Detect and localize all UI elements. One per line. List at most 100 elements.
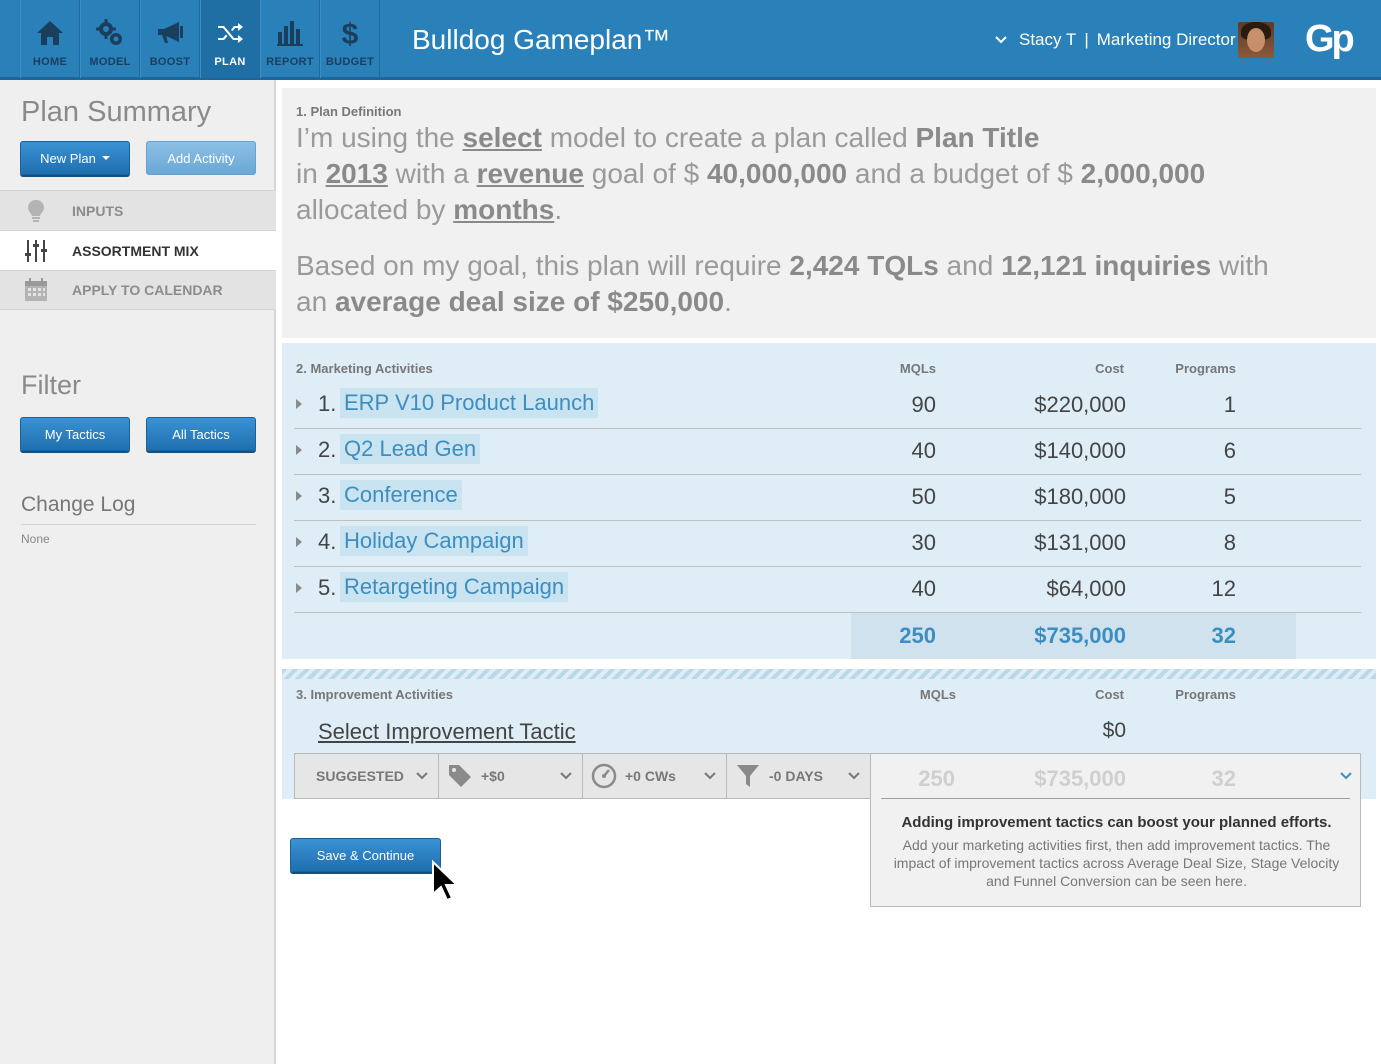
col-cost: Cost [1095,687,1124,702]
nav-home-label: HOME [32,56,68,68]
new-plan-button[interactable]: New Plan [20,141,130,175]
megaphone-icon [158,22,183,43]
improvement-cost: $0 [1102,719,1126,742]
sidebar-item-label: INPUTS [72,202,124,219]
expand-icon[interactable] [296,445,302,455]
sidebar-item-apply-to-calendar[interactable]: APPLY TO CALENDAR [0,270,276,310]
expand-icon[interactable] [296,537,302,547]
all-tactics-button[interactable]: All Tactics [146,417,256,451]
definition-line-2: in 2013 with a revenue goal of $ 40,000,… [296,158,1206,189]
goal-type-link[interactable]: revenue [477,158,584,189]
divider [21,524,256,525]
activity-name[interactable]: Q2 Lead Gen [340,434,481,464]
speedometer-icon [591,763,617,789]
nav-plan-label: PLAN [214,56,246,68]
panel-mqls: 250 [918,766,955,791]
home-icon [37,21,63,45]
sliders-icon [25,239,47,262]
sidebar-item-label: ASSORTMENT MIX [72,242,199,259]
change-log-value: None [21,532,50,546]
save-continue-button[interactable]: Save & Continue [290,838,441,872]
totals-row: 250 $735,000 32 [851,613,1296,659]
chevron-down-icon [704,772,716,780]
panel-heading: Adding improvement tactics can boost you… [901,814,1332,831]
sidebar-item-inputs[interactable]: INPUTS [0,190,276,230]
avatar[interactable] [1238,22,1274,58]
col-programs: Programs [1175,361,1236,376]
velocity-dropdown[interactable]: +0 CWs [583,754,727,798]
expand-icon[interactable] [296,583,302,593]
budget-value[interactable]: 2,000,000 [1081,158,1206,189]
table-row[interactable]: 5. Retargeting Campaign 40 $64,000 12 [294,567,1361,613]
col-cost: Cost [1095,361,1124,376]
allocation-link[interactable]: months [453,194,554,225]
definition-line-1: I’m using the select model to create a p… [296,122,1040,153]
activity-name[interactable]: ERP V10 Product Launch [340,388,599,418]
nav-report[interactable]: REPORT [260,0,320,78]
my-tactics-button[interactable]: My Tactics [20,417,130,451]
shuffle-icon [218,23,243,43]
nav-report-label: REPORT [266,56,314,68]
user-name: Stacy T [1019,30,1077,49]
user-role: Marketing Director [1096,30,1236,49]
total-cost: $735,000 [1034,623,1126,648]
row-number: 1. [318,391,337,416]
sidebar-item-assortment-mix[interactable]: ASSORTMENT MIX [0,230,276,270]
col-programs: Programs [1175,687,1236,702]
app-logo: Gp [1305,18,1355,60]
row-programs: 6 [1223,438,1236,463]
table-row[interactable]: 3. Conference 50 $180,000 5 [294,475,1361,521]
nav-home[interactable]: HOME [20,0,80,78]
suggested-dropdown[interactable]: SUGGESTED [295,754,439,798]
expand-icon[interactable] [296,399,302,409]
row-programs: 5 [1223,484,1236,509]
user-menu[interactable]: Stacy T | Marketing Director [995,30,1236,50]
row-number: 3. [318,483,337,508]
sidebar: Plan Summary New Plan Add Activity INPUT… [0,80,276,1064]
new-plan-label: New Plan [40,150,96,166]
nav-plan[interactable]: PLAN [200,0,260,78]
panel-programs: 32 [1211,766,1236,791]
select-improvement-tactic-link[interactable]: Select Improvement Tactic [318,719,576,745]
table-row[interactable]: 4. Holiday Campaign 30 $131,000 8 [294,521,1361,567]
conversion-dropdown[interactable]: -0 DAYS [727,754,870,798]
add-activity-button[interactable]: Add Activity [146,141,256,175]
row-programs: 1 [1223,392,1236,417]
marketing-activities-label: 2. Marketing Activities [296,361,433,376]
conversion-label: -0 DAYS [769,768,823,784]
top-bar: HOME MODEL BOOST PLAN REPORT $ BUDGET Bu… [0,0,1381,80]
row-cost: $64,000 [1046,576,1126,601]
row-mqls: 40 [911,438,936,463]
row-mqls: 40 [911,576,936,601]
nav-model[interactable]: MODEL [80,0,140,78]
plan-title-value[interactable]: Plan Title [916,122,1040,153]
marketing-activities-section: 2. Marketing Activities MQLs Cost Progra… [282,343,1376,659]
deal-size-value: average deal size of $250,000 [334,286,725,317]
chevron-down-icon[interactable] [1340,772,1352,780]
activity-name[interactable]: Holiday Campaign [340,526,528,556]
year-link[interactable]: 2013 [326,158,388,189]
bar-chart-icon [277,21,303,46]
model-link[interactable]: select [463,122,542,153]
requirement-line-2: an average deal size of $250,000. [296,286,732,317]
col-mqls: MQLs [899,361,936,376]
row-programs: 12 [1211,576,1236,601]
deal-size-dropdown[interactable]: +$0 [439,754,583,798]
tag-icon [449,765,471,787]
activity-name[interactable]: Retargeting Campaign [340,572,569,602]
row-programs: 8 [1223,530,1236,555]
row-cost: $220,000 [1034,392,1126,417]
sidebar-menu: INPUTS ASSORTMENT MIX APPLY TO CALENDAR [0,190,276,310]
definition-line-3: allocated by months. [296,194,563,225]
nav-boost[interactable]: BOOST [140,0,200,78]
goal-value[interactable]: 40,000,000 [707,158,847,189]
activity-name[interactable]: Conference [340,480,462,510]
row-mqls: 30 [911,530,936,555]
expand-icon[interactable] [296,491,302,501]
app-title: Bulldog Gameplan™ [412,24,671,55]
plan-definition-section: 1. Plan Definition I’m using the select … [282,88,1376,338]
table-row[interactable]: 2. Q2 Lead Gen 40 $140,000 6 [294,429,1361,475]
nav-budget[interactable]: $ BUDGET [320,0,380,78]
calendar-icon [25,278,47,301]
table-row[interactable]: 1. ERP V10 Product Launch 90 $220,000 1 [294,383,1361,429]
